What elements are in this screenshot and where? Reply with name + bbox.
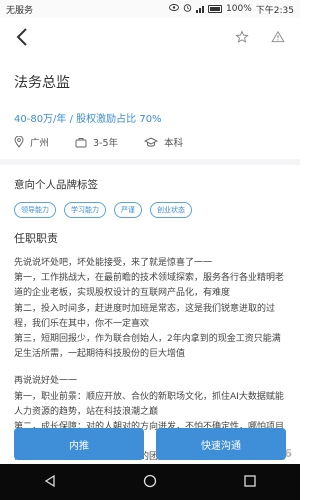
- status-indicators: 100% 下午2:35: [169, 3, 294, 16]
- refer-button[interactable]: 内推: [14, 428, 144, 460]
- nav-recent-icon[interactable]: [243, 473, 257, 492]
- location-label: 广州: [30, 138, 50, 149]
- brand-tags-title: 意向个人品牌标签: [14, 179, 98, 191]
- nav-home-icon[interactable]: [143, 473, 157, 492]
- report-button[interactable]: [266, 25, 290, 49]
- top-bar: [0, 18, 300, 56]
- tag-learning: 学习能力: [64, 202, 106, 218]
- brand-tags: 领导能力 学习能力 严谨 创业状态: [14, 202, 286, 218]
- tag-leadership: 领导能力: [14, 202, 56, 218]
- tag-rigorous: 严谨: [114, 202, 142, 218]
- status-bar: 无服务 100% 下午2:35: [0, 0, 300, 18]
- education-item: 本科: [144, 135, 183, 149]
- time-label: 下午2:35: [255, 5, 294, 16]
- favorite-button[interactable]: [230, 25, 254, 49]
- action-bar: 内推 快速沟通: [0, 428, 300, 460]
- quick-chat-button[interactable]: 快速沟通: [156, 428, 286, 460]
- alarm-icon: [183, 3, 192, 15]
- star-icon: [235, 30, 249, 43]
- section-divider: [0, 159, 300, 165]
- briefcase-icon: [75, 137, 87, 147]
- top-actions: [230, 25, 290, 49]
- responsibilities-title: 任职职责: [14, 232, 58, 245]
- job-title: 法务总监: [14, 75, 70, 91]
- responsibility-line: 第一，职业前景：顺应开放、合伙的新职场文化，抓住AI大数据赋能人力资源的趋势，站…: [14, 391, 284, 417]
- experience-label: 3-5年: [93, 138, 119, 149]
- location-pin-icon: [14, 136, 24, 148]
- signal-icon: [196, 5, 205, 13]
- carrier-label: 无服务: [6, 5, 34, 16]
- system-nav-bar: [0, 464, 300, 500]
- experience-item: 3-5年: [75, 135, 118, 149]
- warning-icon: [271, 30, 285, 43]
- battery-icon: [208, 5, 223, 13]
- location-item: 广州: [14, 135, 49, 149]
- eye-icon: [169, 4, 179, 14]
- responsibility-line: 第一，工作挑战大，在最前瞻的技术领域探索，服务各行各业精明老道的企业老板，实现股…: [14, 273, 285, 299]
- responsibility-line: 先说说坏处吧，坏处能接受，来了就是惊喜了一一: [14, 258, 213, 268]
- back-button[interactable]: [10, 25, 34, 49]
- back-arrow-icon: [16, 28, 27, 46]
- job-meta: 广州 3-5年 本科: [14, 135, 286, 149]
- graduation-cap-icon: [144, 136, 159, 147]
- battery-label: 100%: [226, 4, 252, 14]
- tag-startup: 创业状态: [150, 202, 192, 218]
- education-label: 本科: [164, 138, 184, 149]
- responsibility-line: 再说说好处一一: [14, 376, 78, 387]
- responsibility-line: 第三，短期回报少，作为联合创始人，2年内拿到的现金工资只能满足生活所需，一起期待…: [14, 334, 281, 360]
- responsibility-line: 第二，投入时间多，赶进度时加班是常态，这是我们锐意进取的过程，我们乐在其中，你不…: [14, 303, 276, 329]
- nav-back-icon[interactable]: [43, 473, 57, 492]
- salary-info: 40-80万/年 / 股权激励占比 70%: [14, 114, 162, 125]
